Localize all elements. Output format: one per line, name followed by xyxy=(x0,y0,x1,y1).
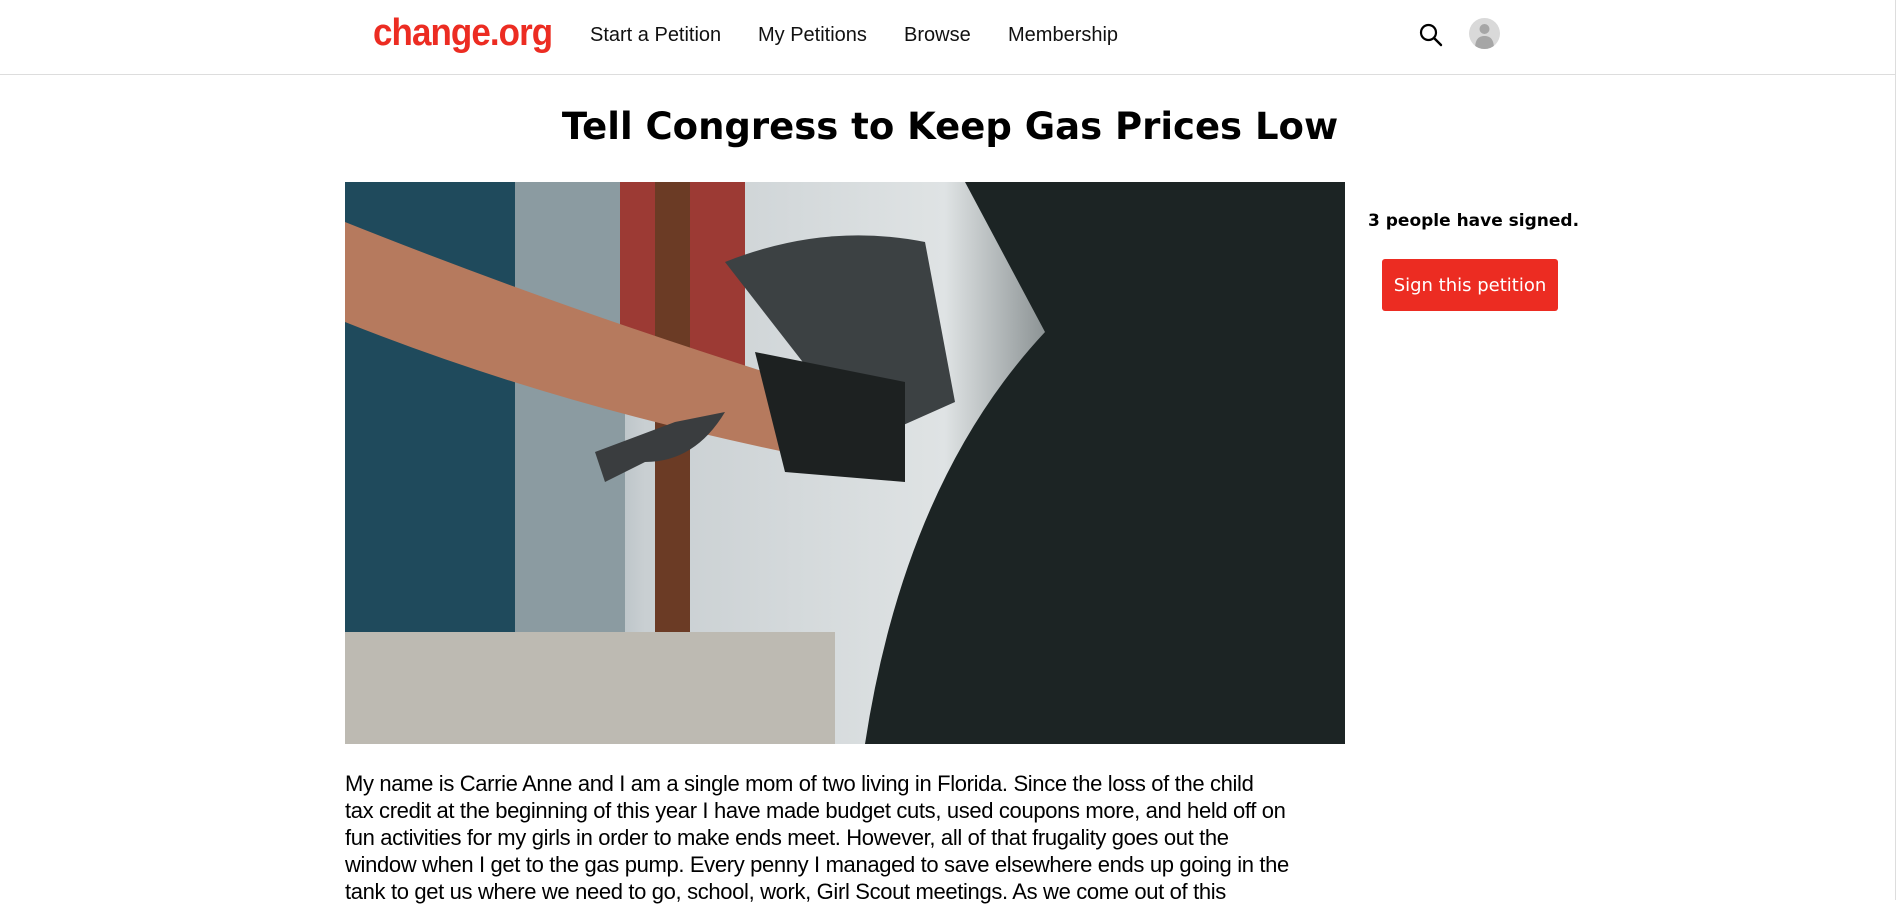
avatar-icon[interactable] xyxy=(1469,18,1500,49)
body-line: tax credit at the beginning of this year… xyxy=(345,798,1286,823)
petition-title: Tell Congress to Keep Gas Prices Low xyxy=(561,105,1339,148)
body-line: tank to get us where we need to go, scho… xyxy=(345,879,1226,904)
nav-start-a-petition[interactable]: Start a Petition xyxy=(590,24,721,47)
page-scrollbar[interactable] xyxy=(1895,0,1900,900)
signature-count: 3 people have signed. xyxy=(1368,211,1580,231)
petition-body: My name is Carrie Anne and I am a single… xyxy=(345,770,1365,905)
nav-my-petitions[interactable]: My Petitions xyxy=(758,24,867,47)
site-header: change.org Start a Petition My Petitions… xyxy=(0,0,1896,75)
nav-browse[interactable]: Browse xyxy=(904,24,971,47)
body-line: My name is Carrie Anne and I am a single… xyxy=(345,771,1254,796)
sign-petition-button[interactable]: Sign this petition xyxy=(1382,259,1558,311)
search-icon[interactable] xyxy=(1418,22,1444,48)
body-line: window when I get to the gas pump. Every… xyxy=(345,852,1289,877)
petition-image xyxy=(345,182,1345,744)
change-org-logo[interactable]: change.org xyxy=(373,12,553,55)
nav-membership[interactable]: Membership xyxy=(1008,24,1118,47)
body-line: fun activities for my girls in order to … xyxy=(345,825,1229,850)
